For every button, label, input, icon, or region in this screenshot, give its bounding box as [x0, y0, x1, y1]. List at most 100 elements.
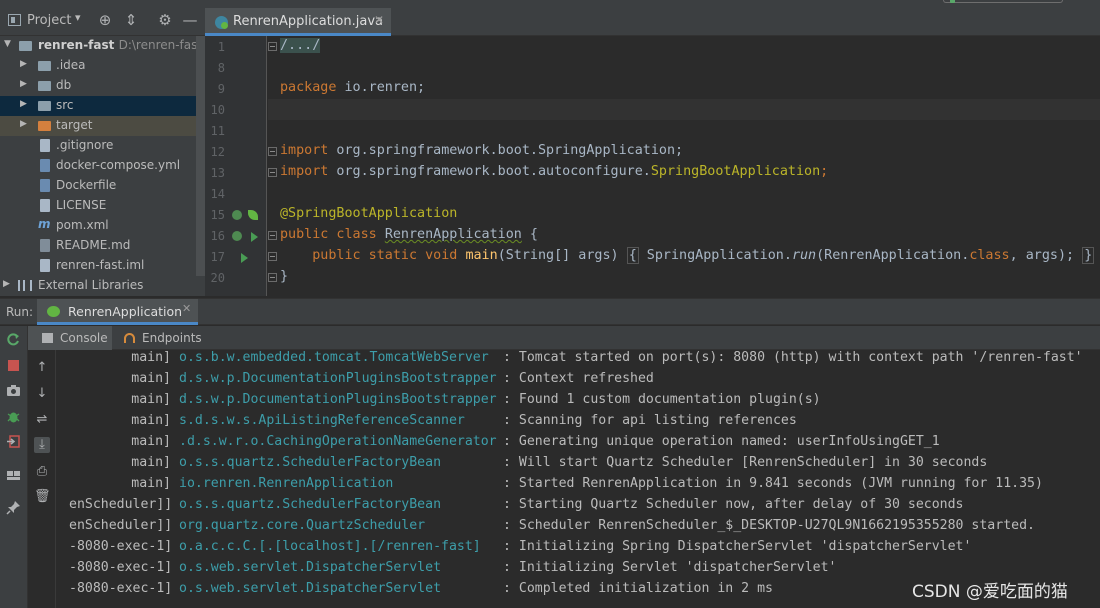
spring-boot-icon: [47, 306, 60, 317]
run-gutter-icon[interactable]: [251, 232, 258, 242]
editor-tab-label: RenrenApplication.java: [233, 14, 383, 29]
docker-compose-file-icon: [40, 159, 50, 172]
collapsed-arrow-icon[interactable]: ▶: [20, 99, 27, 109]
log-line: main] d.s.w.p.DocumentationPluginsBootstr…: [131, 371, 654, 386]
fold-marker-icon[interactable]: [268, 252, 277, 261]
exit-icon[interactable]: [6, 434, 21, 449]
editor-gutter: 1 8 9 10 11 12 13 14 15 16 17 20: [205, 36, 267, 296]
tree-item-target[interactable]: ▶ target: [0, 116, 196, 136]
fold-marker-icon[interactable]: [268, 42, 277, 51]
tree-item-dockerfile[interactable]: Dockerfile: [0, 176, 196, 196]
collapsed-arrow-icon[interactable]: ▶: [3, 279, 10, 289]
print-icon[interactable]: ⎙: [34, 464, 50, 480]
tree-item-gitignore[interactable]: .gitignore: [0, 136, 196, 156]
line-number: 14: [210, 187, 225, 201]
stop-icon[interactable]: [6, 358, 21, 373]
fold-marker-icon[interactable]: [268, 147, 277, 156]
console-icon: [42, 333, 53, 343]
scroll-to-end-icon[interactable]: ⤓: [34, 437, 50, 453]
line-number: 13: [210, 166, 225, 180]
tree-item-iml[interactable]: renren-fast.iml: [0, 256, 196, 276]
camera-icon[interactable]: [6, 383, 21, 398]
log-line: -8080-exec-1] o.s.web.servlet.DispatcherS…: [69, 581, 773, 596]
tree-item-src[interactable]: ▶ src: [0, 96, 196, 116]
folder-icon: [38, 61, 51, 71]
tree-item-label: db: [56, 78, 72, 92]
log-line: -8080-exec-1] o.s.web.servlet.DispatcherS…: [69, 560, 837, 575]
run-tab-renren-application[interactable]: RenrenApplication ✕: [37, 299, 198, 325]
tree-item-license[interactable]: LICENSE: [0, 196, 196, 216]
line-number: 15: [210, 208, 225, 222]
gitignore-file-icon: [40, 139, 50, 152]
log-line: enScheduler]] o.s.s.quartz.SchedulerFacto…: [69, 497, 964, 512]
folder-icon: [38, 81, 51, 91]
fold-marker-icon[interactable]: [268, 231, 277, 240]
gear-icon[interactable]: ⚙: [156, 11, 174, 29]
console-output[interactable]: main] o.s.b.w.embedded.tomcat.TomcatWebSe…: [57, 350, 1100, 608]
tree-root-label: renren-fast D:\renren-fas: [38, 38, 198, 52]
locate-icon[interactable]: ⊕: [96, 11, 114, 29]
tree-item-db[interactable]: ▶ db: [0, 76, 196, 96]
dockerfile-icon: [40, 179, 50, 192]
tree-item-label: renren-fast.iml: [56, 258, 145, 272]
run-config-widget[interactable]: [943, 0, 1063, 3]
spring-bean-icon[interactable]: [232, 210, 242, 220]
watermark: CSDN @爱吃面的猫: [912, 582, 1068, 602]
soft-wrap-icon[interactable]: ⇌: [34, 412, 50, 428]
close-icon[interactable]: ✕: [374, 13, 384, 27]
line-number: 16: [210, 229, 225, 243]
collapse-all-icon[interactable]: ⇕: [122, 11, 140, 29]
tree-item-pom[interactable]: m pom.xml: [0, 216, 196, 236]
tree-item-readme[interactable]: README.md: [0, 236, 196, 256]
fold-marker-icon[interactable]: [268, 168, 277, 177]
run-actions-bar: [0, 326, 28, 608]
module-folder-icon: [19, 41, 32, 51]
tree-item-label: README.md: [56, 238, 131, 252]
tree-item-label: src: [56, 98, 74, 112]
code-line-15: @SpringBootApplication: [280, 206, 458, 221]
tree-item-external-libraries[interactable]: ▶ External Libraries: [0, 276, 196, 296]
log-line: main] o.s.s.quartz.SchedulerFactoryBean: …: [131, 455, 988, 470]
run-config-strip[interactable]: [940, 0, 1100, 4]
tree-item-label: External Libraries: [38, 278, 144, 292]
line-number: 9: [217, 82, 225, 96]
tab-console[interactable]: Console: [28, 326, 112, 350]
code-line-9: package io.renren;: [280, 80, 426, 95]
debug-bug-icon[interactable]: [6, 409, 21, 424]
tree-root-renren-fast[interactable]: ▼ renren-fast D:\renren-fas: [0, 36, 198, 56]
pin-icon[interactable]: [6, 500, 21, 515]
line-number: 8: [217, 61, 225, 75]
fold-marker-icon[interactable]: [268, 273, 277, 282]
collapsed-arrow-icon[interactable]: ▶: [20, 119, 27, 129]
collapsed-arrow-icon[interactable]: ▶: [20, 59, 27, 69]
line-number: 10: [210, 103, 225, 117]
editor-tab-renren-application[interactable]: RenrenApplication.java ✕: [205, 8, 391, 36]
tree-item-docker-compose[interactable]: docker-compose.yml: [0, 156, 196, 176]
tab-endpoints[interactable]: Endpoints: [112, 326, 208, 350]
code-line-1: /.../: [280, 38, 321, 53]
run-config-icon: [950, 0, 955, 3]
log-line: main] d.s.w.p.DocumentationPluginsBootstr…: [131, 392, 821, 407]
console-toolbar: ↑ ↓ ⇌ ⤓ ⎙ 🗑: [28, 350, 56, 608]
log-line: main] .d.s.w.r.o.CachingOperationNameGene…: [131, 434, 940, 449]
trash-icon[interactable]: 🗑: [34, 489, 51, 505]
line-number: 11: [210, 124, 225, 138]
close-icon[interactable]: ✕: [182, 302, 191, 315]
tree-item-idea[interactable]: ▶ .idea: [0, 56, 196, 76]
rerun-icon[interactable]: [6, 332, 21, 347]
markdown-file-icon: [40, 239, 50, 252]
spring-leaf-icon[interactable]: [248, 210, 258, 220]
run-label: Run:: [6, 305, 34, 319]
tree-item-label: Dockerfile: [56, 178, 117, 192]
spring-bean-icon[interactable]: [232, 231, 242, 241]
layout-icon[interactable]: [6, 468, 21, 483]
expanded-arrow-icon[interactable]: ▼: [4, 39, 11, 49]
arrow-up-icon[interactable]: ↑: [34, 360, 50, 376]
text-file-icon: [40, 199, 50, 212]
collapsed-arrow-icon[interactable]: ▶: [20, 79, 27, 89]
run-gutter-icon[interactable]: [241, 253, 248, 263]
tree-scrollbar[interactable]: [196, 36, 205, 276]
project-tree: ▼ renren-fast D:\renren-fas ▶ .idea ▶ db…: [0, 36, 205, 296]
hide-icon[interactable]: —: [181, 11, 199, 29]
arrow-down-icon[interactable]: ↓: [34, 386, 50, 402]
